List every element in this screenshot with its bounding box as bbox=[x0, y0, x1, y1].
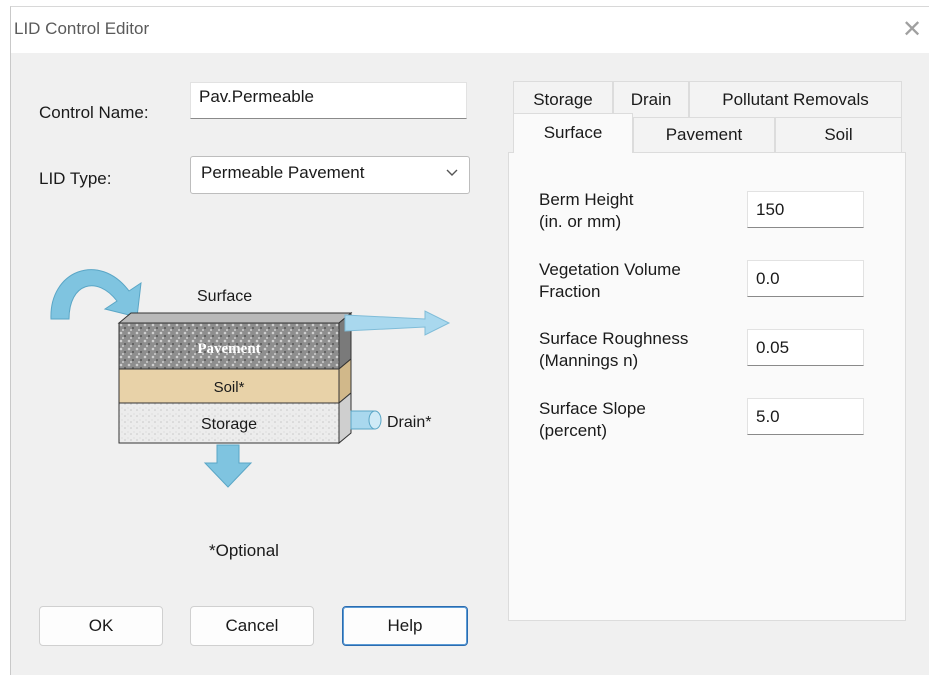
surface-roughness-label-line1: Surface Roughness bbox=[539, 329, 689, 348]
vegetation-volume-label-line1: Vegetation Volume bbox=[539, 260, 681, 279]
berm-height-label-line2: (in. or mm) bbox=[539, 212, 622, 231]
vegetation-volume-label: Vegetation Volume Fraction bbox=[539, 259, 681, 303]
control-name-label: Control Name: bbox=[39, 103, 149, 122]
tab-pollutant-removals[interactable]: Pollutant Removals bbox=[689, 81, 902, 117]
diagram-storage-label: Storage bbox=[201, 416, 257, 433]
control-name-value: Pav.Permeable bbox=[199, 87, 314, 106]
cancel-button[interactable]: Cancel bbox=[190, 606, 314, 646]
surface-slope-value: 5.0 bbox=[756, 407, 780, 426]
diagram-pavement-label: Pavement bbox=[197, 341, 260, 357]
chevron-down-icon bbox=[446, 169, 458, 176]
lid-diagram: Surface Pavement Soil* Storage Drain* bbox=[39, 251, 469, 491]
tab-storage[interactable]: Storage bbox=[513, 81, 613, 117]
surface-slope-label: Surface Slope (percent) bbox=[539, 398, 646, 442]
vegetation-volume-input[interactable]: 0.0 bbox=[747, 260, 864, 297]
surface-slope-label-line1: Surface Slope bbox=[539, 399, 646, 418]
lid-type-value: Permeable Pavement bbox=[201, 163, 365, 182]
vegetation-volume-value: 0.0 bbox=[756, 269, 780, 288]
permeable-pavement-diagram: Surface Pavement Soil* Storage Drain* bbox=[50, 269, 451, 488]
control-name-input[interactable]: Pav.Permeable bbox=[190, 82, 467, 119]
berm-height-label-line1: Berm Height bbox=[539, 190, 634, 209]
diagram-drain-label: Drain* bbox=[387, 414, 431, 431]
lid-control-editor-dialog: LID Control Editor ✕ Control Name: Pav.P… bbox=[10, 6, 929, 675]
help-button[interactable]: Help bbox=[342, 606, 468, 646]
diagram-surface-label: Surface bbox=[197, 288, 252, 305]
optional-note: *Optional bbox=[209, 541, 279, 560]
lid-type-label: LID Type: bbox=[39, 169, 112, 188]
tab-surface[interactable]: Surface bbox=[513, 113, 633, 153]
window-title: LID Control Editor bbox=[14, 19, 150, 38]
diagram-soil-label: Soil* bbox=[214, 379, 245, 396]
ok-button[interactable]: OK bbox=[39, 606, 163, 646]
tab-soil[interactable]: Soil bbox=[775, 117, 902, 153]
tab-drain[interactable]: Drain bbox=[613, 81, 689, 117]
surface-tab-panel: Berm Height (in. or mm) 150 Vegetation V… bbox=[508, 152, 906, 621]
infiltration-arrow-icon bbox=[203, 444, 253, 488]
drain-pipe-icon bbox=[350, 410, 382, 430]
inflow-arrow-icon bbox=[50, 269, 142, 320]
lid-type-select[interactable]: Permeable Pavement bbox=[190, 156, 470, 194]
surface-roughness-label: Surface Roughness (Mannings n) bbox=[539, 328, 688, 372]
close-icon[interactable]: ✕ bbox=[897, 15, 927, 45]
tab-pavement[interactable]: Pavement bbox=[633, 117, 775, 153]
vegetation-volume-label-line2: Fraction bbox=[539, 282, 601, 301]
title-bar: LID Control Editor ✕ bbox=[11, 7, 929, 53]
surface-slope-input[interactable]: 5.0 bbox=[747, 398, 864, 435]
berm-height-value: 150 bbox=[756, 200, 785, 219]
overflow-arrow-icon bbox=[344, 310, 451, 336]
surface-roughness-value: 0.05 bbox=[756, 338, 790, 357]
property-tabs: Storage Drain Pollutant Removals Pavemen… bbox=[508, 81, 906, 621]
berm-height-input[interactable]: 150 bbox=[747, 191, 864, 228]
surface-roughness-input[interactable]: 0.05 bbox=[747, 329, 864, 366]
surface-slope-label-line2: (percent) bbox=[539, 421, 608, 440]
berm-height-label: Berm Height (in. or mm) bbox=[539, 189, 633, 233]
surface-roughness-label-line2: (Mannings n) bbox=[539, 351, 639, 370]
